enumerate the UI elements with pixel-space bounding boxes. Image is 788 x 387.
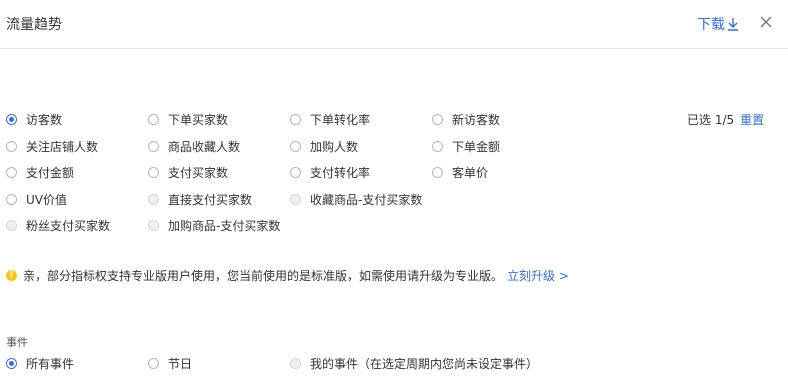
metric-fav-paying-buyers: 收藏商品-支付买家数 xyxy=(290,191,422,208)
radio-icon xyxy=(6,220,17,231)
radio-icon xyxy=(432,141,443,152)
metric-label: 访客数 xyxy=(26,113,63,127)
event-label: 节日 xyxy=(168,357,193,371)
metric-label: 客单价 xyxy=(452,166,489,180)
event-holidays[interactable]: 节日 xyxy=(148,355,192,372)
radio-icon xyxy=(6,358,17,369)
metric-payment-conversion[interactable]: 支付转化率 xyxy=(290,164,370,181)
radio-icon xyxy=(6,141,17,152)
radio-icon xyxy=(6,167,17,178)
metric-label: 下单转化率 xyxy=(310,113,371,127)
metric-paying-buyers[interactable]: 支付买家数 xyxy=(148,164,228,181)
radio-icon xyxy=(290,194,301,205)
metric-direct-paying-buyers: 直接支付买家数 xyxy=(148,191,252,208)
radio-icon xyxy=(148,167,159,178)
metric-label: 下单金额 xyxy=(452,140,501,154)
radio-icon xyxy=(6,114,17,125)
selection-counter: 已选 1/5 重置 xyxy=(687,111,764,128)
metric-label: 粉丝支付买家数 xyxy=(26,219,111,233)
metric-label: 下单买家数 xyxy=(168,113,229,127)
metric-order-amount[interactable]: 下单金额 xyxy=(432,138,500,155)
radio-icon xyxy=(432,114,443,125)
dialog-header: 流量趋势 下载 xyxy=(0,0,788,49)
radio-icon xyxy=(148,358,159,369)
event-mine: 我的事件（在选定周期内您尚未设定事件） xyxy=(290,355,538,372)
download-label: 下载 xyxy=(697,17,725,33)
warning-icon: ! xyxy=(6,270,17,281)
radio-icon xyxy=(290,358,301,369)
metric-label: 支付转化率 xyxy=(310,166,371,180)
metric-cart-paying-buyers: 加购商品-支付买家数 xyxy=(148,217,280,234)
metric-label: 收藏商品-支付买家数 xyxy=(310,193,423,207)
close-icon[interactable] xyxy=(756,12,776,32)
metric-new-visitors[interactable]: 新访客数 xyxy=(432,111,500,128)
event-label: 我的事件（在选定周期内您尚未设定事件） xyxy=(310,357,539,371)
metric-label: 直接支付买家数 xyxy=(168,193,253,207)
dialog-title: 流量趋势 xyxy=(6,17,62,33)
upgrade-notice: ! 亲，部分指标权支持专业版用户使用，您当前使用的是标准版，如需使用请升级为专业… xyxy=(6,267,569,284)
radio-icon xyxy=(148,141,159,152)
radio-icon xyxy=(148,114,159,125)
metric-uv-value[interactable]: UV价值 xyxy=(6,191,67,208)
events-label: 事件 xyxy=(6,336,28,349)
event-all[interactable]: 所有事件 xyxy=(6,355,74,372)
radio-icon xyxy=(6,194,17,205)
metric-order-conversion[interactable]: 下单转化率 xyxy=(290,111,370,128)
radio-icon xyxy=(432,167,443,178)
metric-label: 新访客数 xyxy=(452,113,501,127)
metric-label: 商品收藏人数 xyxy=(168,140,241,154)
upgrade-link[interactable]: 立刻升级 > xyxy=(507,267,569,284)
metric-visitors[interactable]: 访客数 xyxy=(6,111,62,128)
event-label: 所有事件 xyxy=(26,357,75,371)
radio-icon xyxy=(290,114,301,125)
metric-avg-order-value[interactable]: 客单价 xyxy=(432,164,488,181)
metric-label: 加购人数 xyxy=(310,140,359,154)
metric-label: 加购商品-支付买家数 xyxy=(168,219,281,233)
reset-button[interactable]: 重置 xyxy=(740,111,764,128)
metric-label: 关注店铺人数 xyxy=(26,140,99,154)
metric-product-favorites[interactable]: 商品收藏人数 xyxy=(148,138,240,155)
radio-icon xyxy=(290,141,301,152)
selected-count: 已选 1/5 xyxy=(687,113,735,127)
radio-icon xyxy=(148,194,159,205)
metric-payment-amount[interactable]: 支付金额 xyxy=(6,164,74,181)
radio-icon xyxy=(290,167,301,178)
metric-store-followers[interactable]: 关注店铺人数 xyxy=(6,138,98,155)
download-button[interactable]: 下载 xyxy=(697,14,739,34)
download-icon xyxy=(728,18,738,31)
radio-icon xyxy=(148,220,159,231)
metric-fan-paying-buyers: 粉丝支付买家数 xyxy=(6,217,110,234)
notice-text: 亲，部分指标权支持专业版用户使用，您当前使用的是标准版，如需使用请升级为专业版。 xyxy=(23,269,504,283)
metric-order-buyers[interactable]: 下单买家数 xyxy=(148,111,228,128)
metric-label: 支付买家数 xyxy=(168,166,229,180)
metric-label: 支付金额 xyxy=(26,166,75,180)
metric-add-to-cart[interactable]: 加购人数 xyxy=(290,138,358,155)
metric-label: UV价值 xyxy=(26,193,67,207)
